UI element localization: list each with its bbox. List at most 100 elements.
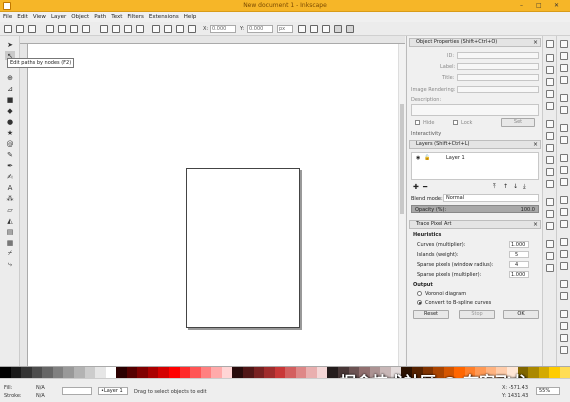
menu-object[interactable]: Object (68, 12, 91, 20)
visibility-icon[interactable]: ◉ (416, 155, 420, 161)
opacity-spin[interactable] (62, 387, 92, 395)
unit-select[interactable]: px (277, 25, 293, 33)
align-distribute-icon[interactable] (560, 346, 568, 354)
text-tool-icon[interactable]: A (5, 183, 15, 192)
snap-bbox-icon[interactable] (546, 54, 554, 62)
pen-tool-icon[interactable]: ✒ (5, 161, 15, 170)
unlink-clone-icon[interactable] (560, 262, 568, 270)
selector-tool-icon[interactable]: ➤ (5, 40, 15, 49)
snap-intersections-icon[interactable] (546, 144, 554, 152)
rectangle-tool-icon[interactable]: ■ (5, 95, 15, 104)
panel-close-icon[interactable]: × (533, 221, 538, 228)
lock-checkbox[interactable] (453, 120, 458, 125)
snap-paths-icon[interactable] (546, 132, 554, 140)
flip-vertical-icon[interactable] (82, 25, 90, 33)
mesh-tool-icon[interactable]: ▦ (5, 238, 15, 247)
snap-toggle-icon[interactable] (546, 40, 554, 48)
connector-tool-icon[interactable]: ⤷ (5, 260, 15, 269)
snap-text-baseline-icon[interactable] (546, 222, 554, 230)
snap-grid-icon[interactable] (546, 252, 554, 260)
star-tool-icon[interactable]: ★ (5, 128, 15, 137)
layer-bottom-icon[interactable]: ⤓ (523, 183, 526, 191)
snap-bbox-corner-icon[interactable] (546, 78, 554, 86)
hide-checkbox[interactable] (415, 120, 420, 125)
snap-bbox-center-icon[interactable] (546, 102, 554, 110)
lock-icon[interactable]: 🔓 (424, 155, 430, 161)
snap-bbox-edge-icon[interactable] (546, 66, 554, 74)
duplicate-icon[interactable] (560, 238, 568, 246)
transform-icon-d[interactable] (188, 25, 196, 33)
pencil-tool-icon[interactable]: ✎ (5, 150, 15, 159)
opacity-slider[interactable]: Opacity (%): 100.0 (411, 205, 539, 213)
bucket-tool-icon[interactable]: ◭ (5, 216, 15, 225)
ungroup-icon[interactable] (560, 292, 568, 300)
voronoi-radio[interactable] (417, 291, 422, 296)
calligraphy-tool-icon[interactable]: ✍ (5, 172, 15, 181)
menu-edit[interactable]: Edit (14, 12, 30, 20)
deselect-icon[interactable] (28, 25, 36, 33)
transform-icon-c[interactable] (176, 25, 184, 33)
set-button[interactable]: Set (501, 118, 535, 127)
new-document-icon[interactable] (560, 40, 568, 48)
rotate-ccw-icon[interactable] (46, 25, 54, 33)
maximize-button[interactable]: □ (536, 2, 542, 10)
dropper-tool-icon[interactable]: ⌿ (5, 249, 15, 258)
save-icon[interactable] (560, 64, 568, 72)
ok-button[interactable]: OK (503, 310, 539, 319)
title-field[interactable] (457, 74, 539, 81)
snap-rotation-center-icon[interactable] (546, 210, 554, 218)
import-icon[interactable] (560, 94, 568, 102)
group-icon[interactable] (560, 280, 568, 288)
label-field[interactable] (457, 63, 539, 70)
move-gradients-icon[interactable] (322, 25, 330, 33)
sparse-mult-input[interactable]: 1.000 (509, 271, 529, 278)
clone-icon[interactable] (560, 250, 568, 258)
3d-box-tool-icon[interactable]: ◆ (5, 106, 15, 115)
rotate-cw-icon[interactable] (58, 25, 66, 33)
ellipse-tool-icon[interactable]: ● (5, 117, 15, 126)
islands-input[interactable]: 5 (509, 251, 529, 258)
remove-layer-icon[interactable]: ━ (423, 183, 427, 191)
snap-smooth-icon[interactable] (546, 168, 554, 176)
menu-path[interactable]: Path (91, 12, 108, 20)
layer-down-icon[interactable]: ↓ (513, 183, 518, 190)
flip-horizontal-icon[interactable] (70, 25, 78, 33)
transform-icon-a[interactable] (152, 25, 160, 33)
snap-nodes-icon[interactable] (546, 120, 554, 128)
blend-mode-select[interactable]: Normal (443, 194, 539, 202)
select-all-layers-icon[interactable] (16, 25, 24, 33)
canvas[interactable] (28, 44, 398, 366)
raise-icon[interactable] (112, 25, 120, 33)
undo-icon[interactable] (560, 124, 568, 132)
zoom-field[interactable]: 55% (536, 387, 560, 395)
print-icon[interactable] (560, 76, 568, 84)
stop-button[interactable]: Stop (459, 310, 495, 319)
snap-page-icon[interactable] (546, 240, 554, 248)
layer-up-icon[interactable]: ↑ (503, 183, 508, 190)
export-icon[interactable] (560, 106, 568, 114)
zoom-tool-icon[interactable]: ⊕ (5, 73, 15, 82)
snap-bbox-midpoint-icon[interactable] (546, 90, 554, 98)
menu-layer[interactable]: Layer (48, 12, 68, 20)
sparse-window-input[interactable]: 4 (509, 261, 529, 268)
panel-close-icon[interactable]: × (533, 39, 538, 46)
transform-icon-b[interactable] (164, 25, 172, 33)
eraser-tool-icon[interactable]: ▱ (5, 205, 15, 214)
layer-name[interactable]: Layer 1 (446, 155, 465, 161)
menu-help[interactable]: Help (181, 12, 199, 20)
vertical-scrollbar[interactable] (398, 44, 405, 366)
description-field[interactable] (411, 104, 539, 116)
move-patterns-b-icon[interactable] (346, 25, 354, 33)
copy-icon[interactable] (560, 154, 568, 162)
minimize-button[interactable]: – (520, 2, 523, 10)
scale-stroke-icon[interactable] (298, 25, 306, 33)
close-button[interactable]: ✕ (554, 2, 559, 10)
x-input[interactable]: 0.000 (210, 25, 236, 33)
layer-row[interactable]: ◉ 🔓 Layer 1 (412, 154, 538, 162)
curves-input[interactable]: 1.000 (509, 241, 529, 248)
open-icon[interactable] (560, 52, 568, 60)
add-layer-icon[interactable]: ✚ (413, 183, 419, 191)
lower-to-bottom-icon[interactable] (136, 25, 144, 33)
text-font-icon[interactable] (560, 322, 568, 330)
zoom-selection-icon[interactable] (560, 196, 568, 204)
